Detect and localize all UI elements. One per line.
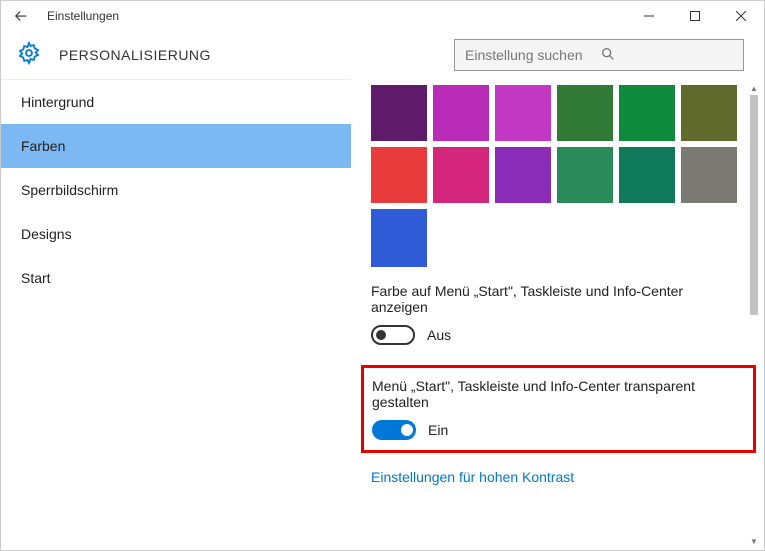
color-swatch[interactable] [371, 85, 427, 141]
color-swatch[interactable] [495, 147, 551, 203]
window-title: Einstellungen [47, 9, 119, 23]
swatch-row [371, 147, 744, 203]
minimize-button[interactable] [626, 1, 672, 31]
page-title: PERSONALISIERUNG [59, 47, 211, 63]
scroll-down-icon[interactable]: ▼ [746, 534, 762, 548]
toggle-accent-color[interactable] [371, 325, 415, 345]
toggle-row-transparency: Ein [372, 420, 745, 440]
color-swatch[interactable] [681, 85, 737, 141]
header: PERSONALISIERUNG Einstellung suchen [1, 31, 764, 79]
scroll-thumb[interactable] [750, 95, 758, 315]
high-contrast-link[interactable]: Einstellungen für hohen Kontrast [371, 469, 744, 485]
sidebar: Hintergrund Farben Sperrbildschirm Desig… [1, 79, 351, 550]
color-swatch[interactable] [619, 147, 675, 203]
close-button[interactable] [718, 1, 764, 31]
titlebar-left: Einstellungen [9, 4, 119, 28]
search-placeholder: Einstellung suchen [465, 47, 600, 63]
window-controls [626, 1, 764, 31]
setting-label-transparency: Menü „Start", Taskleiste und Info-Center… [372, 378, 712, 410]
scroll-track[interactable] [750, 95, 758, 534]
highlight-annotation: Menü „Start", Taskleiste und Info-Center… [361, 365, 756, 453]
color-swatch[interactable] [371, 147, 427, 203]
scroll-up-icon[interactable]: ▲ [746, 81, 762, 95]
color-swatch[interactable] [495, 85, 551, 141]
scrollbar[interactable]: ▲ ▼ [746, 81, 762, 548]
toggle-row-accent: Aus [371, 325, 744, 345]
sidebar-item-sperrbildschirm[interactable]: Sperrbildschirm [1, 168, 351, 212]
toggle-state-accent: Aus [427, 327, 451, 343]
toggle-transparency[interactable] [372, 420, 416, 440]
color-swatch[interactable] [681, 147, 737, 203]
toggle-state-transparency: Ein [428, 422, 448, 438]
swatch-row [371, 209, 744, 267]
header-left: PERSONALISIERUNG [17, 41, 211, 70]
color-swatch[interactable] [371, 209, 427, 267]
color-swatch[interactable] [557, 85, 613, 141]
maximize-button[interactable] [672, 1, 718, 31]
sidebar-item-designs[interactable]: Designs [1, 212, 351, 256]
search-input[interactable]: Einstellung suchen [454, 39, 744, 71]
color-swatch[interactable] [433, 147, 489, 203]
color-swatches [371, 85, 744, 267]
swatch-row [371, 85, 744, 141]
titlebar: Einstellungen [1, 1, 764, 31]
content: Hintergrund Farben Sperrbildschirm Desig… [1, 79, 764, 550]
search-icon [600, 46, 735, 65]
back-button[interactable] [9, 4, 33, 28]
color-swatch[interactable] [433, 85, 489, 141]
color-swatch[interactable] [557, 147, 613, 203]
sidebar-item-hintergrund[interactable]: Hintergrund [1, 80, 351, 124]
color-swatch[interactable] [619, 85, 675, 141]
main-panel: Farbe auf Menü „Start", Taskleiste und I… [351, 79, 764, 550]
gear-icon [17, 41, 41, 70]
setting-label-accent: Farbe auf Menü „Start", Taskleiste und I… [371, 283, 711, 315]
sidebar-item-start[interactable]: Start [1, 256, 351, 300]
sidebar-item-farben[interactable]: Farben [1, 124, 351, 168]
